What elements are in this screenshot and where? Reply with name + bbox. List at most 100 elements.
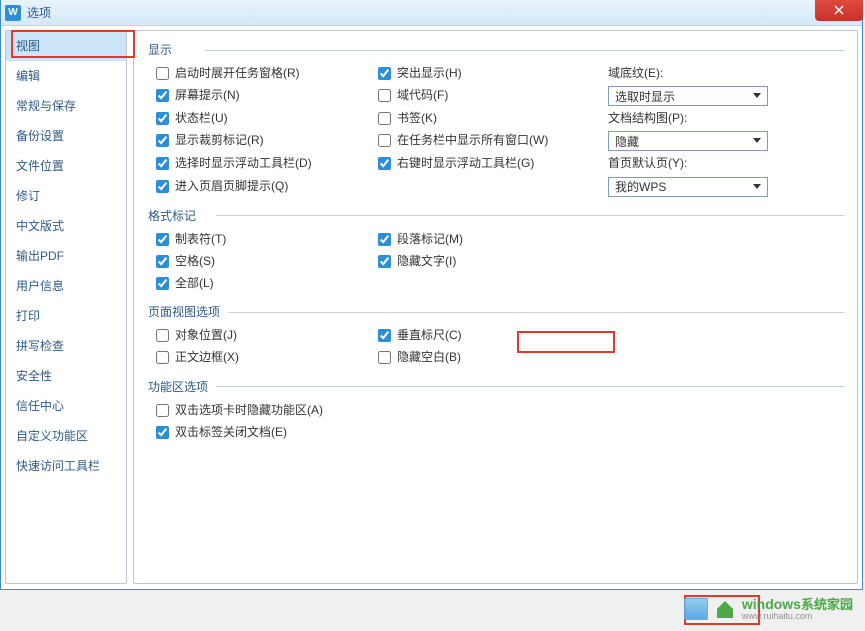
sidebar-item-view[interactable]: 视图 xyxy=(6,31,126,61)
sidebar-item-general-save[interactable]: 常规与保存 xyxy=(6,91,126,121)
sidebar-item-chinese-layout[interactable]: 中文版式 xyxy=(6,211,126,241)
sidebar-item-user-info[interactable]: 用户信息 xyxy=(6,271,126,301)
group-title-ribbon: 功能区选项 xyxy=(148,378,845,395)
dropdown-homepage[interactable]: 我的WPS xyxy=(608,177,768,197)
checkbox-label: 制表符(T) xyxy=(175,230,226,249)
options-window: W 选项 视图 编辑 常规与保存 备份设置 文件位置 修订 中文版式 输出PDF… xyxy=(0,0,863,590)
group-display: 显示 启动时展开任务窗格(R) 突出显示(H) 域底纹(E): 屏幕提示(N) … xyxy=(148,41,845,197)
sidebar-item-label: 输出PDF xyxy=(16,249,64,263)
chevron-down-icon xyxy=(749,179,765,195)
sidebar: 视图 编辑 常规与保存 备份设置 文件位置 修订 中文版式 输出PDF 用户信息… xyxy=(5,30,127,584)
window-title: 选项 xyxy=(27,4,51,21)
close-button[interactable] xyxy=(815,0,863,21)
checkbox-label: 双击标签关闭文档(E) xyxy=(175,423,287,442)
checkbox-label: 垂直标尺(C) xyxy=(397,326,462,345)
checkbox-label: 在任务栏中显示所有窗口(W) xyxy=(397,131,548,150)
checkbox-tabs[interactable]: 制表符(T) xyxy=(156,230,226,249)
sidebar-item-label: 用户信息 xyxy=(16,279,64,293)
checkbox-label: 正文边框(X) xyxy=(175,348,239,367)
group-ribbon: 功能区选项 双击选项卡时隐藏功能区(A) 双击标签关闭文档(E) xyxy=(148,378,845,442)
sidebar-item-label: 中文版式 xyxy=(16,219,64,233)
checkbox-object-pos[interactable]: 对象位置(J) xyxy=(156,326,237,345)
checkbox-label: 启动时展开任务窗格(R) xyxy=(175,64,300,83)
checkbox-hidden-text[interactable]: 隐藏文字(I) xyxy=(378,252,456,271)
sidebar-item-label: 信任中心 xyxy=(16,399,64,413)
checkbox-paragraph[interactable]: 段落标记(M) xyxy=(378,230,463,249)
checkbox-label: 全部(L) xyxy=(175,274,214,293)
checkbox-crop-marks[interactable]: 显示裁剪标记(R) xyxy=(156,131,264,150)
sidebar-item-backup[interactable]: 备份设置 xyxy=(6,121,126,151)
sidebar-item-quick-access[interactable]: 快速访问工具栏 xyxy=(6,451,126,481)
dropdown-value: 隐藏 xyxy=(615,133,639,150)
checkbox-highlight[interactable]: 突出显示(H) xyxy=(378,64,462,83)
checkbox-bookmarks[interactable]: 书签(K) xyxy=(378,109,437,128)
dropdown-field-shading[interactable]: 选取时显示 xyxy=(608,86,768,106)
group-title-text: 功能区选项 xyxy=(148,380,208,394)
sidebar-item-label: 编辑 xyxy=(16,69,40,83)
sidebar-item-label: 文件位置 xyxy=(16,159,64,173)
checkbox-label: 突出显示(H) xyxy=(397,64,462,83)
checkbox-screen-tips[interactable]: 屏幕提示(N) xyxy=(156,86,240,105)
checkbox-startup-taskpane[interactable]: 启动时展开任务窗格(R) xyxy=(156,64,300,83)
main-panel: 显示 启动时展开任务窗格(R) 突出显示(H) 域底纹(E): 屏幕提示(N) … xyxy=(133,30,858,584)
checkbox-label: 域代码(F) xyxy=(397,86,448,105)
checkbox-all[interactable]: 全部(L) xyxy=(156,274,214,293)
dropdown-doc-map[interactable]: 隐藏 xyxy=(608,131,768,151)
sidebar-item-label: 拼写检查 xyxy=(16,339,64,353)
checkbox-header-footer-guide[interactable]: 进入页眉页脚提示(Q) xyxy=(156,177,288,196)
sidebar-item-print[interactable]: 打印 xyxy=(6,301,126,331)
house-icon xyxy=(714,598,736,620)
checkbox-label: 双击选项卡时隐藏功能区(A) xyxy=(175,401,323,420)
sidebar-item-trust-center[interactable]: 信任中心 xyxy=(6,391,126,421)
checkbox-field-codes[interactable]: 域代码(F) xyxy=(378,86,448,105)
sidebar-item-label: 自定义功能区 xyxy=(16,429,88,443)
sidebar-item-label: 打印 xyxy=(16,309,40,323)
group-title-text: 格式标记 xyxy=(148,209,196,223)
checkbox-vertical-ruler[interactable]: 垂直标尺(C) xyxy=(378,326,462,345)
checkbox-label: 对象位置(J) xyxy=(175,326,237,345)
sidebar-item-label: 备份设置 xyxy=(16,129,64,143)
checkbox-label: 右键时显示浮动工具栏(G) xyxy=(397,154,534,173)
label-field-shading: 域底纹(E): xyxy=(608,64,845,81)
checkbox-label: 隐藏文字(I) xyxy=(397,252,456,271)
label-homepage: 首页默认页(Y): xyxy=(608,154,845,171)
checkbox-all-windows-taskbar[interactable]: 在任务栏中显示所有窗口(W) xyxy=(378,131,548,150)
titlebar: W 选项 xyxy=(1,0,862,26)
dropdown-value: 选取时显示 xyxy=(615,88,675,105)
checkbox-float-toolbar-rightclick[interactable]: 右键时显示浮动工具栏(G) xyxy=(378,154,534,173)
sidebar-item-customize-ribbon[interactable]: 自定义功能区 xyxy=(6,421,126,451)
checkbox-label: 选择时显示浮动工具栏(D) xyxy=(175,154,312,173)
group-title-page-view: 页面视图选项 xyxy=(148,303,845,320)
sidebar-item-spellcheck[interactable]: 拼写检查 xyxy=(6,331,126,361)
checkbox-dblclick-tab-hide[interactable]: 双击选项卡时隐藏功能区(A) xyxy=(156,401,323,420)
group-format-marks: 格式标记 制表符(T) 段落标记(M) 空格(S) 隐藏文字(I) 全部(L) xyxy=(148,207,845,294)
checkbox-spaces[interactable]: 空格(S) xyxy=(156,252,215,271)
checkbox-float-toolbar-select[interactable]: 选择时显示浮动工具栏(D) xyxy=(156,154,312,173)
sidebar-item-revision[interactable]: 修订 xyxy=(6,181,126,211)
group-title-text: 显示 xyxy=(148,43,172,57)
checkbox-hide-blank[interactable]: 隐藏空白(B) xyxy=(378,348,461,367)
sidebar-item-label: 常规与保存 xyxy=(16,99,76,113)
watermark-brand: windows系统家园 xyxy=(742,597,853,611)
close-icon xyxy=(834,5,844,15)
sidebar-item-security[interactable]: 安全性 xyxy=(6,361,126,391)
sidebar-item-edit[interactable]: 编辑 xyxy=(6,61,126,91)
sidebar-item-label: 视图 xyxy=(16,39,40,53)
sidebar-item-file-location[interactable]: 文件位置 xyxy=(6,151,126,181)
checkbox-label: 段落标记(M) xyxy=(397,230,463,249)
dropdown-value: 我的WPS xyxy=(615,178,666,195)
watermark-url: www.ruihaitu.com xyxy=(742,612,853,621)
monitor-icon xyxy=(684,598,708,620)
sidebar-item-output-pdf[interactable]: 输出PDF xyxy=(6,241,126,271)
checkbox-dblclick-label-close[interactable]: 双击标签关闭文档(E) xyxy=(156,423,287,442)
group-title-display: 显示 xyxy=(148,41,845,58)
chevron-down-icon xyxy=(749,133,765,149)
group-title-text: 页面视图选项 xyxy=(148,305,220,319)
group-page-view: 页面视图选项 对象位置(J) 垂直标尺(C) 正文边框(X) 隐藏空白(B) xyxy=(148,303,845,367)
checkbox-status-bar[interactable]: 状态栏(U) xyxy=(156,109,228,128)
sidebar-item-label: 修订 xyxy=(16,189,40,203)
checkbox-text-boundary[interactable]: 正文边框(X) xyxy=(156,348,239,367)
checkbox-label: 书签(K) xyxy=(397,109,437,128)
checkbox-label: 空格(S) xyxy=(175,252,215,271)
chevron-down-icon xyxy=(749,88,765,104)
